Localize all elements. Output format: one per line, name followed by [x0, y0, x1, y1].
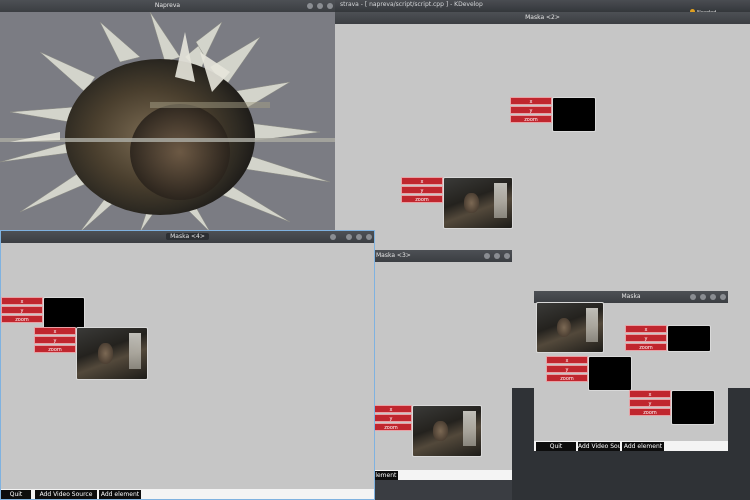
window-maska: Maska x y zoom x y zoom x y zoom Quit Ad… — [534, 291, 728, 451]
maska-4-title: Maska <4> — [1, 233, 374, 240]
y-button[interactable]: y — [546, 365, 588, 373]
x-button[interactable]: x — [510, 97, 552, 105]
maska-2-title: Maska <2> — [525, 14, 560, 21]
window-napreva: Napreva — [0, 0, 335, 232]
video-preview[interactable] — [412, 405, 482, 457]
kdevelop-window-title: strava - [ napreva/script/script.cpp ] -… — [340, 1, 483, 8]
video-subject — [464, 193, 480, 213]
x-button[interactable]: x — [370, 405, 412, 413]
close-icon[interactable] — [327, 3, 333, 9]
video-lamp — [494, 183, 507, 218]
close-icon[interactable] — [504, 253, 510, 259]
zoom-button[interactable]: zoom — [546, 374, 588, 382]
element-preview[interactable] — [552, 97, 596, 132]
x-button[interactable]: x — [1, 297, 43, 305]
element-preview[interactable] — [671, 390, 715, 425]
minimize-icon[interactable] — [484, 253, 490, 259]
maska-3-toolbar: element — [370, 470, 512, 480]
y-button[interactable]: y — [34, 336, 76, 344]
zoom-button[interactable]: zoom — [370, 423, 412, 431]
video-preview[interactable] — [536, 302, 604, 353]
quit-button[interactable]: Quit — [536, 442, 576, 451]
maska-4-toolbar: Quit Add Video Source Add element — [1, 489, 374, 499]
maska-2-titlebar[interactable]: Maska <2> — [335, 12, 750, 24]
maska-4-canvas[interactable] — [1, 243, 374, 487]
video-subject — [433, 421, 449, 441]
x-button[interactable]: x — [629, 390, 671, 398]
add-element-button[interactable]: Add element — [622, 442, 664, 451]
y-button[interactable]: y — [370, 414, 412, 422]
x-button[interactable]: x — [546, 356, 588, 364]
x-button[interactable]: x — [401, 177, 443, 185]
zoom-button[interactable]: zoom — [510, 115, 552, 123]
maximize-icon[interactable] — [710, 294, 716, 300]
video-lamp — [463, 411, 476, 446]
element-preview[interactable] — [667, 325, 711, 352]
pin-icon[interactable] — [330, 234, 336, 240]
add-video-source-button[interactable]: Add Video Source — [35, 490, 97, 499]
video-preview[interactable] — [443, 177, 513, 229]
add-video-source-button[interactable]: Add Video Source — [578, 442, 631, 451]
video-lamp — [128, 333, 142, 369]
minimize-icon[interactable] — [346, 234, 352, 240]
maximize-icon[interactable] — [356, 234, 362, 240]
3d-render-view[interactable] — [0, 12, 335, 232]
minimize-icon[interactable] — [307, 3, 313, 9]
y-button[interactable]: y — [510, 106, 552, 114]
minimize-icon[interactable] — [700, 294, 706, 300]
maska-toolbar: Quit Add Video Source Add element — [534, 441, 728, 451]
x-button[interactable]: x — [34, 327, 76, 335]
y-button[interactable]: y — [1, 306, 43, 314]
video-subject — [556, 317, 572, 338]
maximize-icon[interactable] — [494, 253, 500, 259]
window-maska-4: Maska <4> x y zoom x y zoom Quit Add Vid… — [0, 230, 375, 500]
video-lamp — [585, 307, 598, 343]
video-subject — [98, 343, 114, 364]
maximize-icon[interactable] — [317, 3, 323, 9]
maska-title: Maska — [621, 293, 641, 300]
maska-4-titlebar[interactable]: Maska <4> — [1, 231, 374, 243]
close-icon[interactable] — [366, 234, 372, 240]
zoom-button[interactable]: zoom — [34, 345, 76, 353]
window-maska-3: Maska <3> x y zoom element — [370, 250, 512, 480]
zoom-button[interactable]: zoom — [1, 315, 43, 323]
napreva-titlebar[interactable]: Napreva — [0, 0, 335, 12]
x-button[interactable]: x — [625, 325, 667, 333]
zoom-button[interactable]: zoom — [629, 408, 671, 416]
close-icon[interactable] — [720, 294, 726, 300]
add-element-button[interactable]: Add element — [99, 490, 141, 499]
y-button[interactable]: y — [629, 399, 671, 407]
zoom-button[interactable]: zoom — [625, 343, 667, 351]
element-preview[interactable] — [588, 356, 632, 391]
y-button[interactable]: y — [401, 186, 443, 194]
video-preview[interactable] — [76, 327, 148, 380]
zoom-button[interactable]: zoom — [401, 195, 443, 203]
napreva-title: Napreva — [154, 2, 181, 9]
quit-button[interactable]: Quit — [1, 490, 31, 499]
maska-3-title: Maska <3> — [376, 252, 411, 259]
y-button[interactable]: y — [625, 334, 667, 342]
pin-icon[interactable] — [690, 294, 696, 300]
maska-3-titlebar[interactable]: Maska <3> — [370, 250, 512, 262]
